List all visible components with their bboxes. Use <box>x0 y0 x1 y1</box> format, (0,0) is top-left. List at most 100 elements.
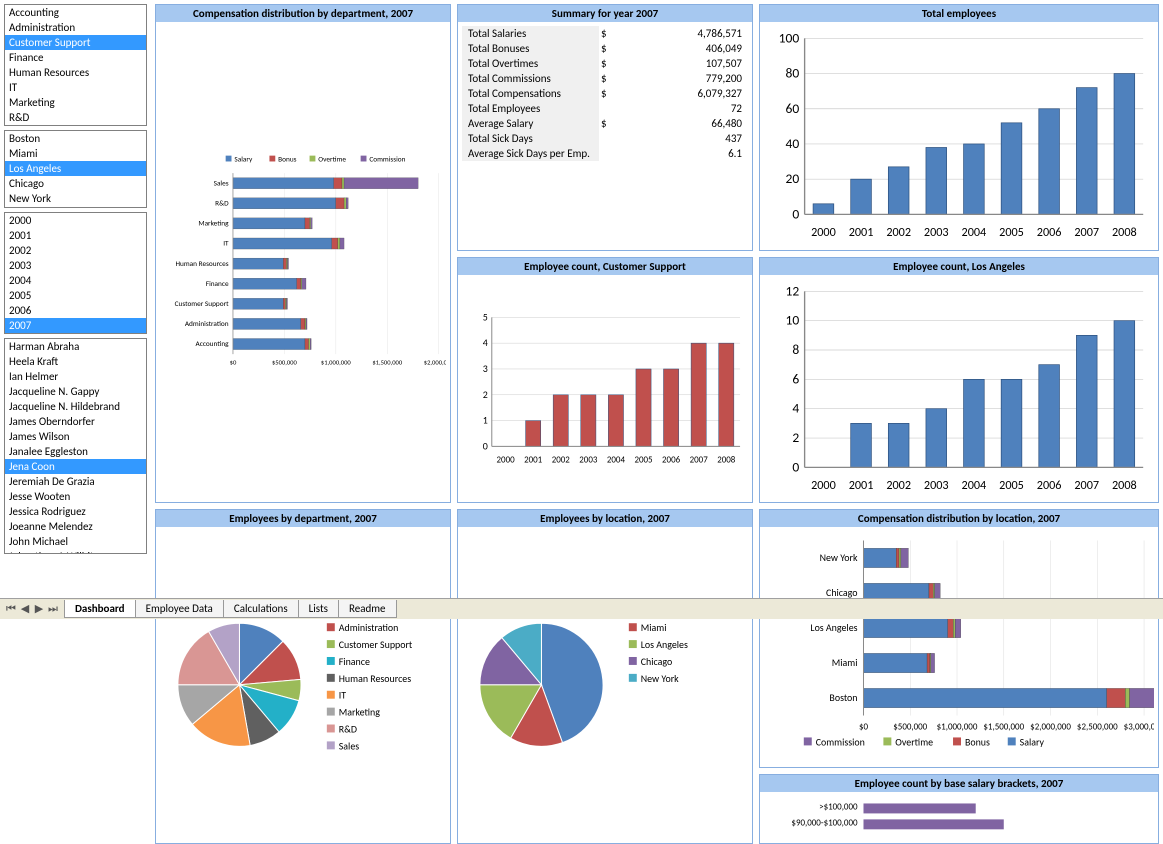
listbox-option[interactable]: 2004 <box>5 273 146 288</box>
listbox-option[interactable]: 2008 <box>5 333 146 334</box>
svg-text:$1,500,000: $1,500,000 <box>372 358 402 366</box>
summary-currency: $ <box>599 56 611 71</box>
tab-next-icon[interactable]: ▶ <box>32 602 46 616</box>
svg-text:1: 1 <box>483 414 488 426</box>
svg-text:Marketing: Marketing <box>339 707 381 719</box>
listbox-option[interactable]: Sales <box>5 125 146 126</box>
tab-prev-icon[interactable]: ◀ <box>18 602 32 616</box>
listbox-option[interactable]: Marketing <box>5 95 146 110</box>
listbox-option[interactable]: Chicago <box>5 176 146 191</box>
svg-text:2007: 2007 <box>1074 225 1099 240</box>
sheet-tab[interactable]: Readme <box>338 600 397 618</box>
summary-label: Average Salary <box>462 116 599 131</box>
svg-text:$2,500,000: $2,500,000 <box>1077 722 1118 733</box>
svg-text:Customer Support: Customer Support <box>339 639 413 651</box>
listbox-option[interactable]: Customer Support <box>5 35 146 50</box>
svg-text:2005: 2005 <box>634 454 652 465</box>
svg-text:100: 100 <box>779 29 800 46</box>
listbox-option[interactable]: R&D <box>5 110 146 125</box>
listbox-option[interactable]: John Michael <box>5 534 146 549</box>
svg-text:4: 4 <box>792 399 799 416</box>
listbox-option[interactable]: Janalee Eggleston <box>5 444 146 459</box>
summary-title: Summary for year 2007 <box>458 5 752 22</box>
summary-label: Total Bonuses <box>462 41 599 56</box>
listbox-option[interactable]: Johnathan A Wilhite <box>5 549 146 554</box>
employee-listbox[interactable]: Harman AbrahaHeela KraftIan HelmerJacque… <box>4 338 147 554</box>
listbox-option[interactable]: James Oberndorfer <box>5 414 146 429</box>
department-listbox[interactable]: AccountingAdministrationCustomer Support… <box>4 4 147 126</box>
summary-currency: $ <box>599 86 611 101</box>
tab-nav[interactable]: ⏮ ◀ ▶ ⏭ <box>0 602 64 616</box>
sheet-tab[interactable]: Dashboard <box>64 600 136 618</box>
listbox-option[interactable]: Jesse Wooten <box>5 489 146 504</box>
listbox-option[interactable]: New York <box>5 191 146 206</box>
listbox-option[interactable]: Administration <box>5 20 146 35</box>
svg-text:2007: 2007 <box>1074 478 1099 493</box>
svg-text:Human Resources: Human Resources <box>339 673 411 685</box>
svg-text:3: 3 <box>483 363 488 375</box>
listbox-option[interactable]: 2006 <box>5 303 146 318</box>
comp-by-loc-chart: Compensation distribution by location, 2… <box>759 509 1159 768</box>
location-listbox[interactable]: BostonMiamiLos AngelesChicagoNew York <box>4 130 147 208</box>
svg-text:2005: 2005 <box>999 225 1024 240</box>
svg-text:60: 60 <box>785 100 799 117</box>
tab-last-icon[interactable]: ⏭ <box>46 602 60 616</box>
svg-text:Human Resources: Human Resources <box>175 259 228 268</box>
salary-brackets-chart: Employee count by base salary brackets, … <box>759 774 1159 844</box>
listbox-option[interactable]: Jacqueline N. Hildebrand <box>5 399 146 414</box>
svg-text:2000: 2000 <box>497 454 516 465</box>
listbox-option[interactable]: Human Resources <box>5 65 146 80</box>
svg-text:6: 6 <box>792 370 799 387</box>
summary-value: 779,200 <box>611 71 748 86</box>
listbox-option[interactable]: 2007 <box>5 318 146 333</box>
summary-panel: Summary for year 2007 Total Salaries$4,7… <box>457 4 753 251</box>
svg-text:2006: 2006 <box>662 454 681 465</box>
emp-count-la-chart: Employee count, Los Angeles 024681012200… <box>759 257 1159 504</box>
listbox-option[interactable]: Finance <box>5 50 146 65</box>
listbox-option[interactable]: Jacqueline N. Gappy <box>5 384 146 399</box>
summary-value: 107,507 <box>611 56 748 71</box>
listbox-option[interactable]: Ian Helmer <box>5 369 146 384</box>
listbox-option[interactable]: Jessica Rodriguez <box>5 504 146 519</box>
svg-text:2: 2 <box>483 388 488 400</box>
chart-title: Employees by department, 2007 <box>156 510 450 527</box>
summary-label: Total Overtimes <box>462 56 599 71</box>
listbox-option[interactable]: Joeanne Melendez <box>5 519 146 534</box>
listbox-option[interactable]: Jeremiah De Grazia <box>5 474 146 489</box>
svg-text:$2,000,000: $2,000,000 <box>424 358 446 366</box>
listbox-option[interactable]: 2000 <box>5 213 146 228</box>
listbox-option[interactable]: Los Angeles <box>5 161 146 176</box>
svg-text:2002: 2002 <box>552 454 571 465</box>
svg-text:R&D: R&D <box>215 198 229 207</box>
tab-first-icon[interactable]: ⏮ <box>4 602 18 616</box>
svg-text:40: 40 <box>785 135 799 152</box>
svg-text:Administration: Administration <box>185 319 229 328</box>
svg-text:$1,000,000: $1,000,000 <box>321 358 351 366</box>
listbox-option[interactable]: James Wilson <box>5 429 146 444</box>
listbox-option[interactable]: 2003 <box>5 258 146 273</box>
sheet-tab[interactable]: Employee Data <box>135 600 224 618</box>
summary-currency: $ <box>599 71 611 86</box>
svg-text:2004: 2004 <box>962 225 987 240</box>
total-employees-chart: Total employees 020406080100200020012002… <box>759 4 1159 251</box>
listbox-option[interactable]: Boston <box>5 131 146 146</box>
listbox-option[interactable]: 2005 <box>5 288 146 303</box>
sheet-tab[interactable]: Lists <box>298 600 339 618</box>
summary-label: Total Compensations <box>462 86 599 101</box>
svg-text:R&D: R&D <box>339 724 357 736</box>
listbox-option[interactable]: 2001 <box>5 228 146 243</box>
listbox-option[interactable]: Miami <box>5 146 146 161</box>
listbox-option[interactable]: 2002 <box>5 243 146 258</box>
sheet-tab[interactable]: Calculations <box>223 600 299 618</box>
listbox-option[interactable]: Heela Kraft <box>5 354 146 369</box>
svg-text:$0: $0 <box>230 358 237 366</box>
listbox-option[interactable]: IT <box>5 80 146 95</box>
listbox-option[interactable]: Harman Abraha <box>5 339 146 354</box>
svg-text:Commission: Commission <box>816 737 865 749</box>
year-listbox[interactable]: 200020012002200320042005200620072008 <box>4 212 147 334</box>
svg-text:12: 12 <box>785 282 799 299</box>
listbox-option[interactable]: Accounting <box>5 5 146 20</box>
listbox-option[interactable]: Jena Coon <box>5 459 146 474</box>
summary-currency: $ <box>599 26 611 41</box>
svg-text:2003: 2003 <box>924 478 949 493</box>
